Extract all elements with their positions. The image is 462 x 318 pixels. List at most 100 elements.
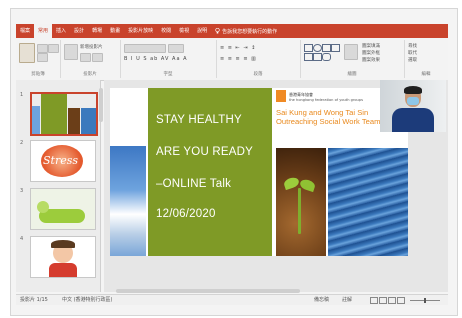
new-slide-label[interactable]: 新增投影片 [80,44,103,50]
paragraph-group: ≡ ≡ ⇤ ⇥ ↕ ≡ ≡ ≡ ≡ ▥ 段落 [216,40,301,78]
shape-star-icon[interactable] [313,53,322,61]
editing-group: 尋找 取代 選取 編輯 [404,40,448,78]
slide-thumbnail-1[interactable] [30,92,98,136]
ribbon-tab-bar: 檔案 常用 插入 設計 轉場 動畫 投影片放映 校閱 檢視 說明 告訴我您想要執… [16,24,448,38]
drawing-group: 圖案填滿 圖案外框 圖案效果 繪圖 [300,40,405,78]
align-buttons-row[interactable]: ≡ ≡ ≡ ≡ ▥ [220,56,257,62]
slide-thumbnails-pane: 1 2 Stress 3 4 [16,80,101,292]
shape-triangle-icon[interactable] [304,53,313,61]
arrange-icon[interactable] [344,44,358,60]
slide-thumbnail-2[interactable]: Stress [30,140,96,182]
slide-thumbnail-4[interactable] [30,236,96,278]
font-label: 字型 [163,72,173,77]
thumb-number-4: 4 [20,236,24,242]
slide-title-line2[interactable]: ARE YOU READY [156,146,253,158]
sprout-image [276,148,326,256]
new-slide-icon[interactable] [64,44,78,60]
reading-view-icon[interactable] [388,297,396,304]
current-slide[interactable]: STAY HEALTHY ARE YOU READY –ONLINE Talk … [110,88,408,256]
slide-title-line3[interactable]: –ONLINE Talk [156,178,231,190]
shape-arrow-icon[interactable] [331,44,340,52]
thumb1-green [41,94,67,134]
tab-review[interactable]: 校閱 [157,24,175,38]
shape-rounded-icon[interactable] [322,53,331,61]
slides-label: 投影片 [83,72,97,77]
shape-outline-label[interactable]: 圖案外框 [362,50,380,56]
slide-thumbnail-3[interactable] [30,188,96,230]
list-buttons-row[interactable]: ≡ ≡ ⇤ ⇥ ↕ [220,45,256,51]
thumb1-sky [32,106,40,134]
team-title[interactable]: Sai Kung and Wong Tai Sin Outreaching So… [276,108,380,126]
language-indicator[interactable]: 中文 (香港特別行政區) [62,296,113,303]
thumb-number-2: 2 [20,140,24,146]
lightbulb-icon [215,28,220,34]
sky-image [110,146,146,256]
find-button[interactable]: 尋找 [408,43,417,49]
tab-insert[interactable]: 插入 [52,24,70,38]
thumbnail-scrollbar[interactable] [99,88,103,122]
slideshow-view-icon[interactable] [397,297,405,304]
tell-me-text: 告訴我您想要執行的動作 [222,28,278,35]
slide-sorter-icon[interactable] [379,297,387,304]
tab-animations[interactable]: 動畫 [106,24,124,38]
sprout-stem [298,188,301,234]
presenter-mask [407,97,419,105]
thumb-number-1: 1 [20,92,24,98]
copy-icon[interactable] [37,53,48,62]
thumb-number-3: 3 [20,188,24,194]
shape-fill-label[interactable]: 圖案填滿 [362,43,380,49]
font-format-row[interactable]: B I U S ab AV Aa A [124,56,188,62]
slide-date[interactable]: 12/06/2020 [156,208,216,220]
presenter-shirt [392,108,434,132]
notes-button[interactable]: 備忘稿 [314,296,329,303]
comments-button[interactable]: 註解 [342,296,352,303]
water-image [328,148,408,256]
shape-rect-icon[interactable] [304,44,313,52]
shape-effects-label[interactable]: 圖案效果 [362,57,380,63]
tell-me-box[interactable]: 告訴我您想要執行的動作 [215,28,277,35]
sprout-leaf-right [298,177,317,193]
zoom-slider-knob[interactable] [424,298,426,303]
font-size-box[interactable] [168,44,184,53]
slide-title-line1[interactable]: STAY HEALTHY [156,114,242,126]
horizontal-scrollbar[interactable] [116,289,300,293]
tab-help[interactable]: 說明 [193,24,211,38]
stress-text: Stress [43,154,79,167]
tab-design[interactable]: 設計 [70,24,88,38]
tab-file[interactable]: 檔案 [16,24,34,38]
team-title-line2: Outreaching Social Work Team [276,117,381,126]
org-name-english: the hongkong federation of youth groups [289,98,363,102]
thumb1-water [81,108,96,134]
clipboard-label: 剪貼簿 [31,72,45,77]
slides-group: 新增投影片 投影片 [60,40,121,78]
tab-transitions[interactable]: 轉場 [88,24,106,38]
ribbon: 剪貼簿 新增投影片 投影片 B I U S ab AV Aa A 字型 ≡ ≡ … [16,38,448,81]
editing-label: 編輯 [421,72,431,77]
format-painter-icon[interactable] [48,44,59,53]
presenter-hair [404,86,422,94]
webcam-video [380,80,446,132]
tab-view[interactable]: 檢視 [175,24,193,38]
relaxing-head [37,201,49,213]
font-name-box[interactable] [124,44,166,53]
tab-home[interactable]: 常用 [34,24,53,38]
reset-icon[interactable] [92,53,103,62]
stressed-body [49,263,77,277]
title-panel: STAY HEALTHY ARE YOU READY –ONLINE Talk … [148,88,272,256]
normal-view-icon[interactable] [370,297,378,304]
team-title-line1: Sai Kung and Wong Tai Sin [276,108,369,117]
layout-icon[interactable] [80,53,91,62]
status-bar: 投影片 1/15 中文 (香港特別行政區) 備忘稿 註解 [16,294,448,305]
font-group: B I U S ab AV Aa A 字型 [120,40,217,78]
paragraph-label: 段落 [253,72,263,77]
thumb1-soil [68,108,80,134]
tab-slideshow[interactable]: 投影片放映 [124,24,157,38]
shape-line-icon[interactable] [322,44,331,52]
select-button[interactable]: 選取 [408,57,417,63]
cut-icon[interactable] [37,44,48,53]
drawing-label: 繪圖 [347,72,357,77]
slide-counter: 投影片 1/15 [20,297,48,303]
replace-button[interactable]: 取代 [408,50,417,56]
shape-oval-icon[interactable] [313,44,322,52]
paste-button[interactable] [19,43,35,63]
